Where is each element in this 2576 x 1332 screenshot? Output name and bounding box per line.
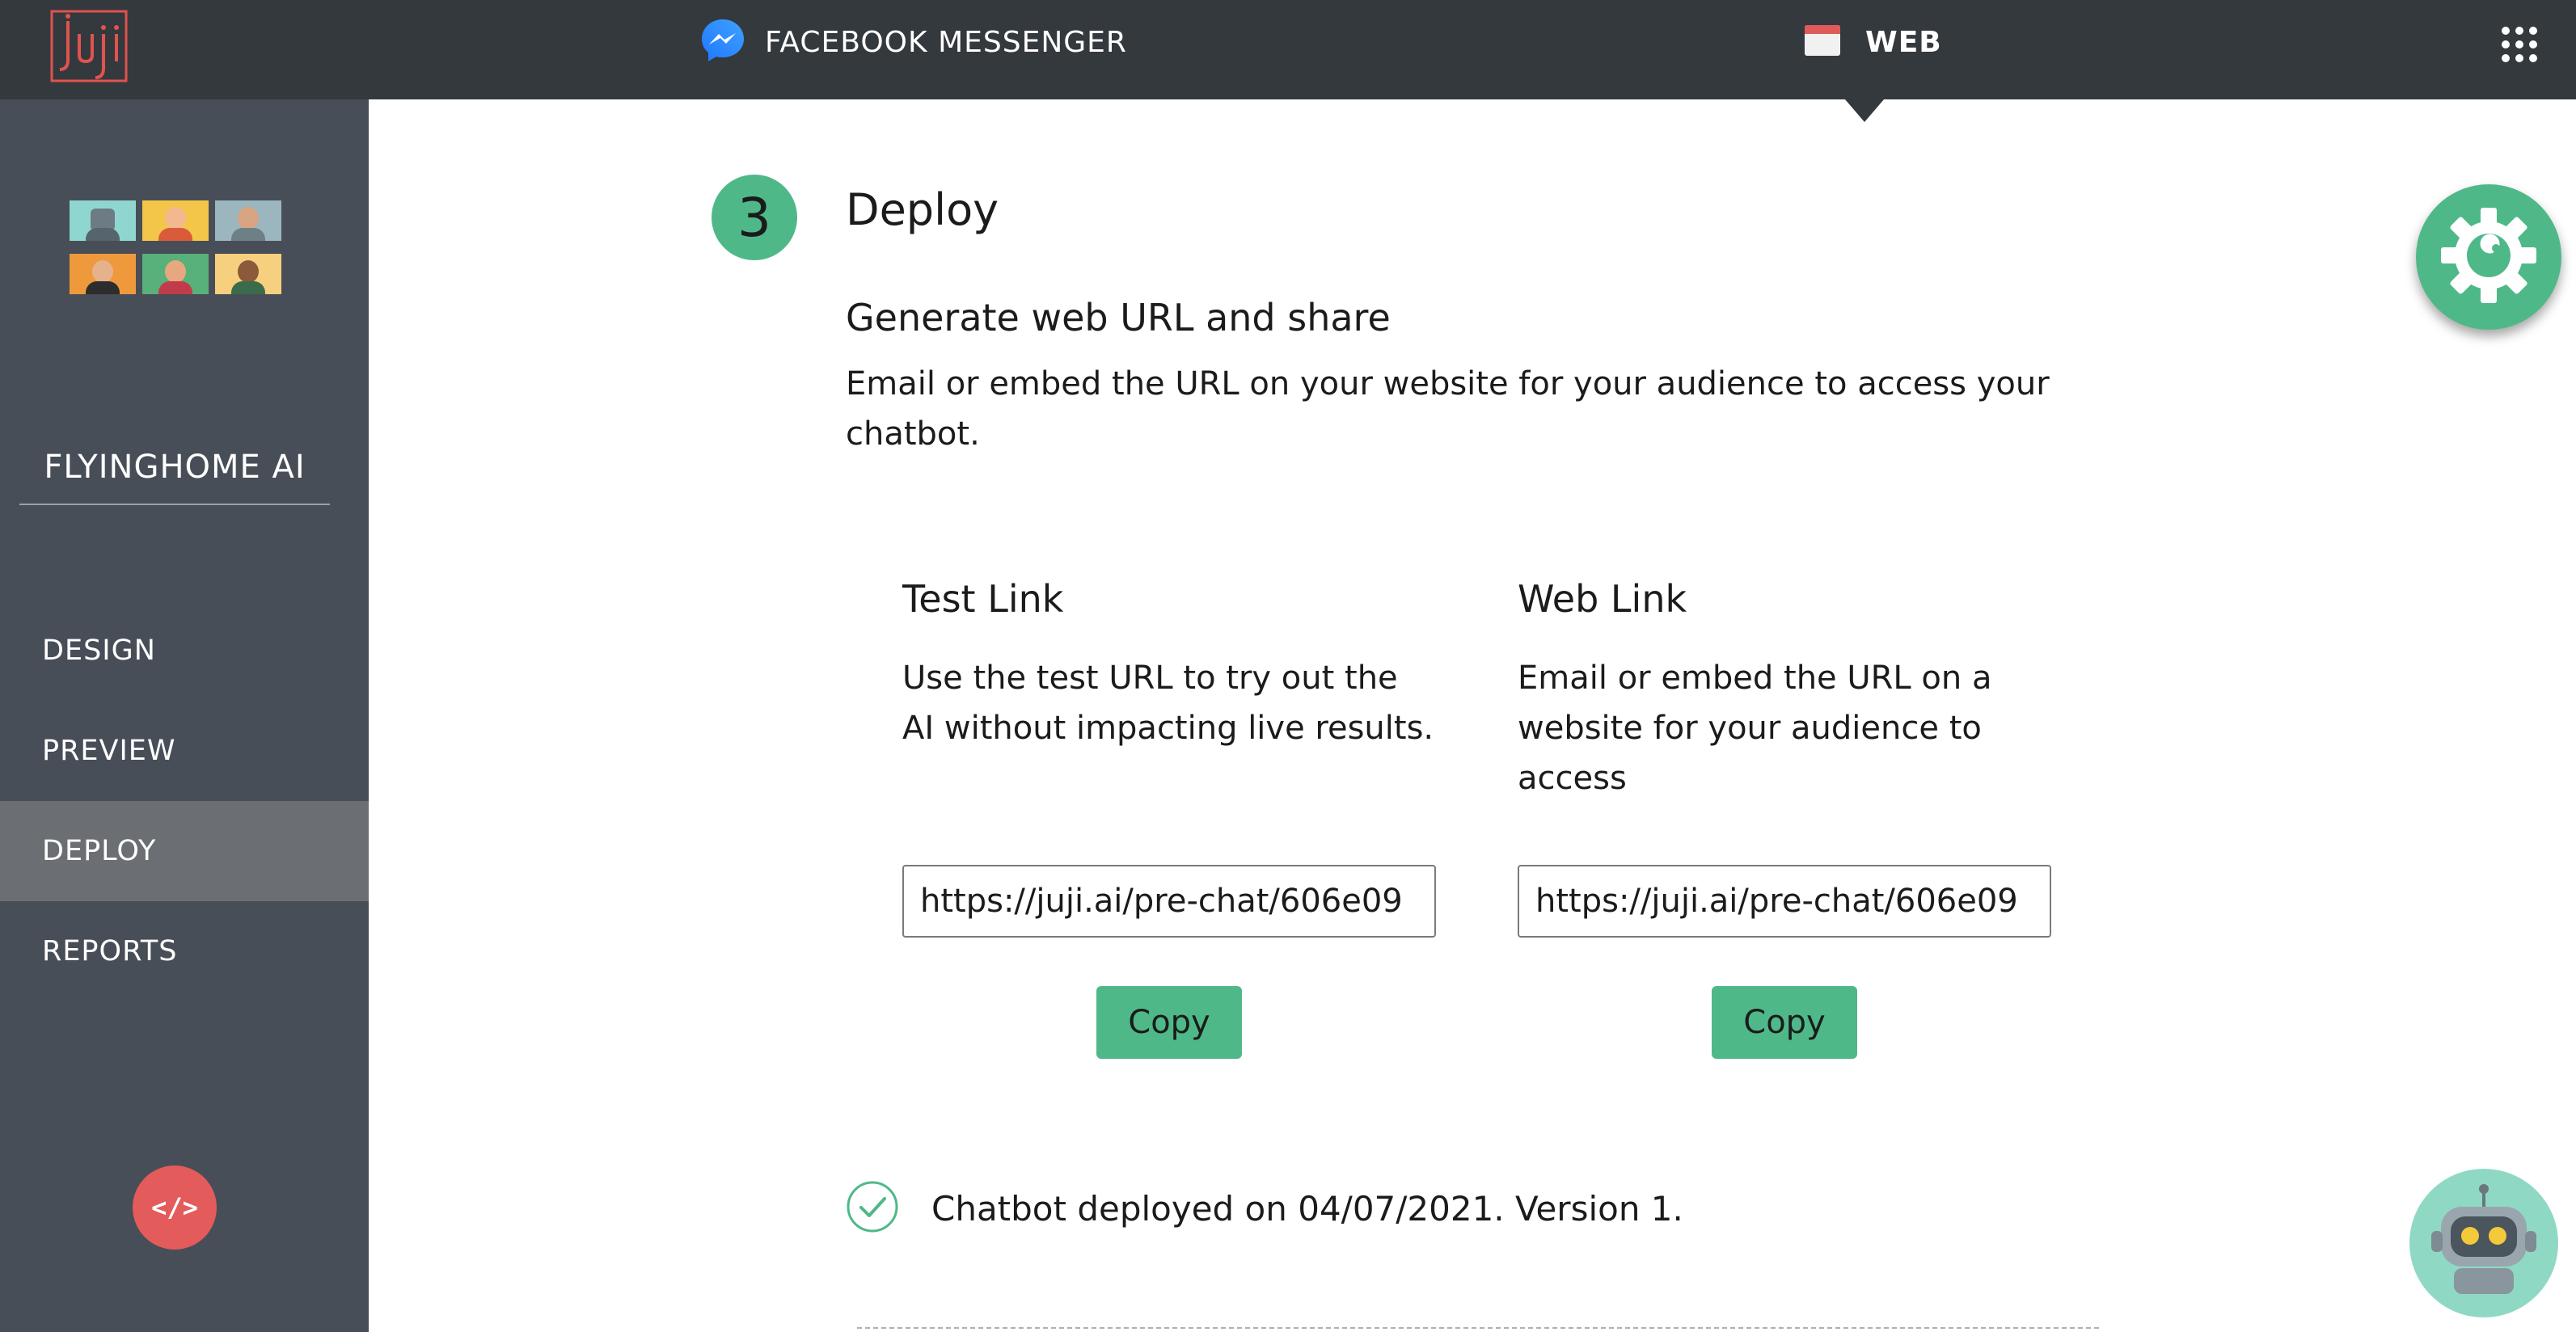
tab-facebook-messenger[interactable]: FACEBOOK MESSENGER bbox=[699, 18, 1127, 66]
web-link-title: Web Link bbox=[1518, 577, 1687, 621]
deploy-status: Chatbot deployed on 04/07/2021. Version … bbox=[846, 1180, 1683, 1237]
messenger-icon bbox=[699, 16, 747, 68]
test-link-title: Test Link bbox=[902, 577, 1064, 621]
web-link-url-input[interactable] bbox=[1518, 865, 2051, 938]
test-link-copy-button[interactable]: Copy bbox=[1096, 986, 1242, 1059]
active-tab-pointer bbox=[1845, 99, 1884, 122]
top-bar: FACEBOOK MESSENGER WEB bbox=[0, 0, 2576, 122]
deploy-status-text: Chatbot deployed on 04/07/2021. Version … bbox=[931, 1188, 1683, 1229]
tab-web[interactable]: WEB bbox=[1804, 18, 1942, 66]
step-number: 3 bbox=[712, 175, 797, 260]
sidebar-item-preview[interactable]: PREVIEW bbox=[0, 701, 369, 801]
step-title: Deploy bbox=[846, 184, 999, 235]
section-description: Email or embed the URL on your website f… bbox=[846, 365, 2050, 453]
robot-avatar bbox=[70, 200, 136, 241]
gear-wrench-icon bbox=[2436, 203, 2541, 311]
browser-window-icon bbox=[1804, 24, 1841, 60]
app-root: FACEBOOK MESSENGER WEB FLYINGHOME AI DES… bbox=[0, 0, 2576, 1332]
test-link-description: Use the test URL to try out the AI witho… bbox=[902, 660, 1434, 747]
bot-avatar-grid bbox=[70, 200, 281, 301]
check-circle-icon bbox=[846, 1180, 899, 1237]
section-title: Generate web URL and share bbox=[846, 296, 1391, 339]
test-link-card: Test Link Use the test URL to try out th… bbox=[902, 577, 1452, 753]
juji-logo[interactable] bbox=[50, 10, 128, 82]
sidebar-item-reports[interactable]: REPORTS bbox=[0, 901, 369, 1001]
person-avatar bbox=[70, 254, 136, 294]
person-avatar bbox=[215, 254, 281, 294]
web-link-description: Email or embed the URL on a website for … bbox=[1518, 660, 1992, 797]
test-link-url-input[interactable] bbox=[902, 865, 1436, 938]
person-avatar bbox=[215, 200, 281, 241]
person-avatar bbox=[142, 254, 209, 294]
settings-button[interactable] bbox=[2416, 184, 2561, 330]
tab-web-label: WEB bbox=[1865, 25, 1942, 59]
embed-code-button[interactable]: </> bbox=[133, 1166, 217, 1250]
robot-icon bbox=[2423, 1181, 2544, 1305]
web-link-copy-button[interactable]: Copy bbox=[1712, 986, 1857, 1059]
section-divider bbox=[857, 1327, 2099, 1329]
assistant-button[interactable] bbox=[2409, 1169, 2558, 1317]
web-link-card: Web Link Email or embed the URL on a web… bbox=[1518, 577, 2067, 803]
sidebar-item-design[interactable]: DESIGN bbox=[0, 601, 369, 701]
person-avatar bbox=[142, 200, 209, 241]
apps-grid-icon[interactable] bbox=[2502, 27, 2537, 62]
bot-name[interactable]: FLYINGHOME AI bbox=[19, 449, 330, 505]
sidebar-item-deploy[interactable]: DEPLOY bbox=[0, 801, 369, 901]
tab-facebook-messenger-label: FACEBOOK MESSENGER bbox=[765, 25, 1127, 59]
sidebar: FLYINGHOME AI DESIGN PREVIEW DEPLOY REPO… bbox=[0, 99, 369, 1332]
